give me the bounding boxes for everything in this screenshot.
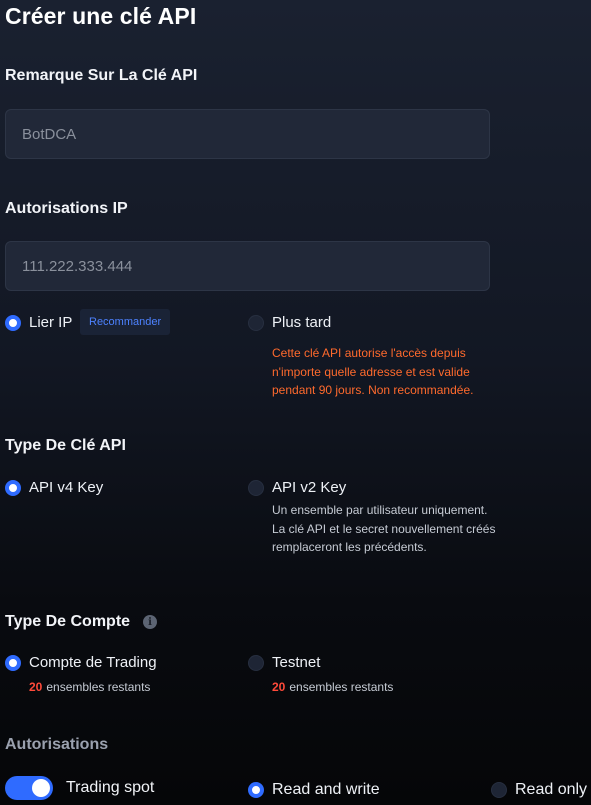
radio-selected-icon: [248, 782, 264, 798]
info-icon[interactable]: i: [143, 615, 157, 629]
radio-unselected-icon: [248, 479, 264, 496]
spot-trading-label: Trading spot: [66, 779, 155, 796]
account-type-label: Type De Compte: [5, 613, 131, 630]
radio-read-only-label: Read only: [515, 781, 588, 798]
radio-testnet[interactable]: Testnet: [248, 654, 320, 671]
radio-bind-ip-label: Lier IP: [29, 314, 73, 331]
spot-trading-toggle[interactable]: [5, 776, 53, 800]
api-v2-description: Un ensemble par utilisateur uniquement. …: [272, 503, 496, 554]
testnet-remaining-count: 20 ensembles restants: [272, 680, 393, 694]
radio-selected-icon: [5, 654, 21, 671]
trading-remaining-number: 20: [29, 680, 43, 694]
testnet-remaining-number: 20: [272, 680, 286, 694]
radio-selected-icon: [5, 314, 21, 331]
radio-later[interactable]: Plus tard: [248, 314, 331, 331]
ip-permissions-label: Autorisations IP: [5, 200, 128, 217]
radio-testnet-label: Testnet: [272, 654, 321, 671]
radio-later-label: Plus tard: [272, 314, 332, 331]
ip-address-field[interactable]: [5, 241, 490, 291]
permissions-label: Autorisations: [5, 736, 109, 753]
radio-api-v2-label: API v2 Key: [272, 479, 347, 496]
radio-api-v4[interactable]: API v4 Key: [5, 479, 103, 496]
api-note-field[interactable]: [5, 109, 490, 159]
api-note-label: Remarque Sur La Clé API: [5, 67, 198, 84]
radio-read-only[interactable]: Read only: [491, 781, 587, 799]
radio-unselected-icon: [248, 654, 264, 671]
ip-warning-text: Cette clé API autorise l'accès depuis n'…: [272, 346, 474, 397]
toggle-knob: [32, 779, 50, 797]
trading-remaining-count: 20 ensembles restants: [29, 680, 150, 694]
testnet-remaining-text: ensembles restants: [289, 680, 394, 694]
radio-read-write[interactable]: Read and write: [248, 781, 380, 799]
radio-trading-account-label: Compte de Trading: [29, 654, 157, 671]
api-note-input[interactable]: [22, 125, 473, 143]
radio-unselected-icon: [248, 314, 264, 331]
ip-address-input[interactable]: [22, 257, 473, 275]
radio-unselected-icon: [491, 782, 507, 798]
radio-api-v4-label: API v4 Key: [29, 479, 104, 496]
page-title: Créer une clé API: [5, 3, 197, 29]
recommended-badge: Recommander: [80, 309, 171, 335]
radio-api-v2[interactable]: API v2 Key: [248, 479, 346, 496]
radio-selected-icon: [5, 479, 21, 496]
trading-remaining-text: ensembles restants: [46, 680, 151, 694]
radio-bind-ip[interactable]: Lier IP: [5, 314, 72, 331]
radio-trading-account[interactable]: Compte de Trading: [5, 654, 157, 671]
key-type-label: Type De Clé API: [5, 437, 126, 454]
radio-read-write-label: Read and write: [272, 781, 380, 798]
